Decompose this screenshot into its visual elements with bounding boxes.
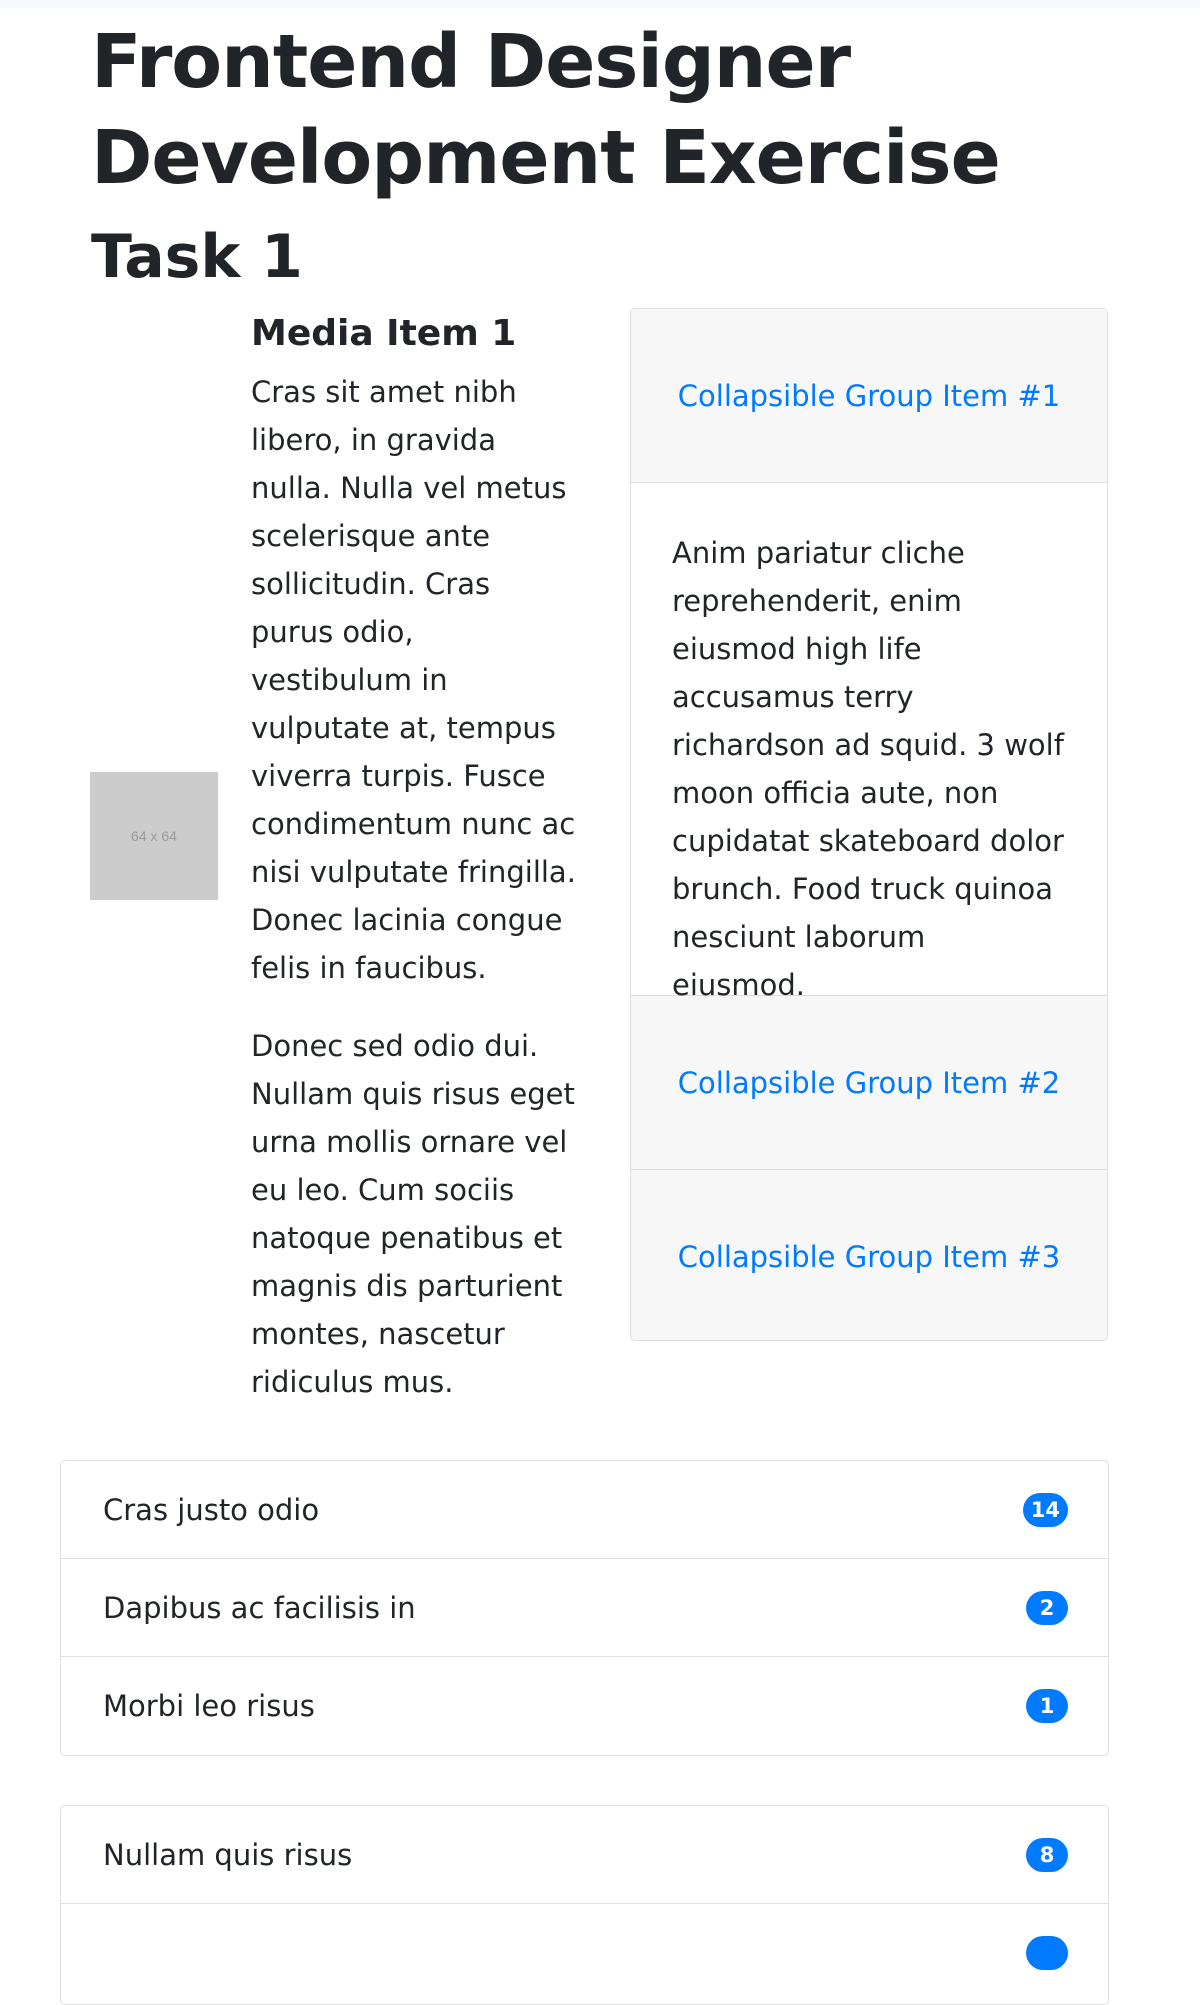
list-item-label: Nullam quis risus [103, 1837, 353, 1872]
list-item [61, 1904, 1108, 2002]
media-paragraph: Cras sit amet nibh libero, in gravida nu… [251, 375, 576, 985]
list-item: Nullam quis risus 8 [61, 1806, 1108, 1904]
list-group-2: Nullam quis risus 8 [60, 1805, 1109, 2005]
media-thumbnail-placeholder: 64 x 64 [90, 772, 218, 900]
count-badge: 2 [1026, 1590, 1068, 1625]
list-item-label: Dapibus ac facilisis in [103, 1590, 416, 1625]
count-badge: 14 [1022, 1492, 1068, 1527]
media-body: Media Item 1 Cras sit amet nibh libero, … [251, 308, 581, 1436]
list-item: Morbi leo risus 1 [61, 1657, 1108, 1755]
media-title: Media Item 1 [251, 313, 517, 354]
accordion: Collapsible Group Item #1 Anim pariatur … [630, 308, 1108, 1341]
count-badge: 1 [1026, 1689, 1068, 1723]
media-paragraph: Donec sed odio dui. Nullam quis risus eg… [251, 1029, 575, 1399]
count-badge [1026, 1936, 1068, 1970]
thumbnail-size-label: 64 x 64 [131, 828, 177, 844]
page-title: Frontend Designer Development Exercise [91, 19, 1001, 201]
accordion-header-3[interactable]: Collapsible Group Item #3 [631, 1170, 1107, 1340]
list-group-1: Cras justo odio 14 Dapibus ac facilisis … [60, 1460, 1109, 1756]
accordion-toggle-2[interactable]: Collapsible Group Item #2 [678, 1059, 1060, 1107]
accordion-header-2[interactable]: Collapsible Group Item #2 [631, 996, 1107, 1170]
task-heading: Task 1 [91, 222, 303, 292]
accordion-body-1: Anim pariatur cliche reprehenderit, enim… [631, 483, 1107, 1002]
list-item-label: Morbi leo risus [103, 1689, 315, 1723]
list-item: Dapibus ac facilisis in 2 [61, 1559, 1108, 1657]
accordion-toggle-3[interactable]: Collapsible Group Item #3 [678, 1233, 1060, 1281]
accordion-toggle-1[interactable]: Collapsible Group Item #1 [678, 372, 1060, 420]
list-item: Cras justo odio 14 [61, 1461, 1108, 1559]
accordion-header-1[interactable]: Collapsible Group Item #1 [631, 309, 1107, 483]
list-item-label: Cras justo odio [103, 1492, 320, 1527]
count-badge: 8 [1026, 1837, 1068, 1872]
top-bar [0, 0, 1200, 8]
